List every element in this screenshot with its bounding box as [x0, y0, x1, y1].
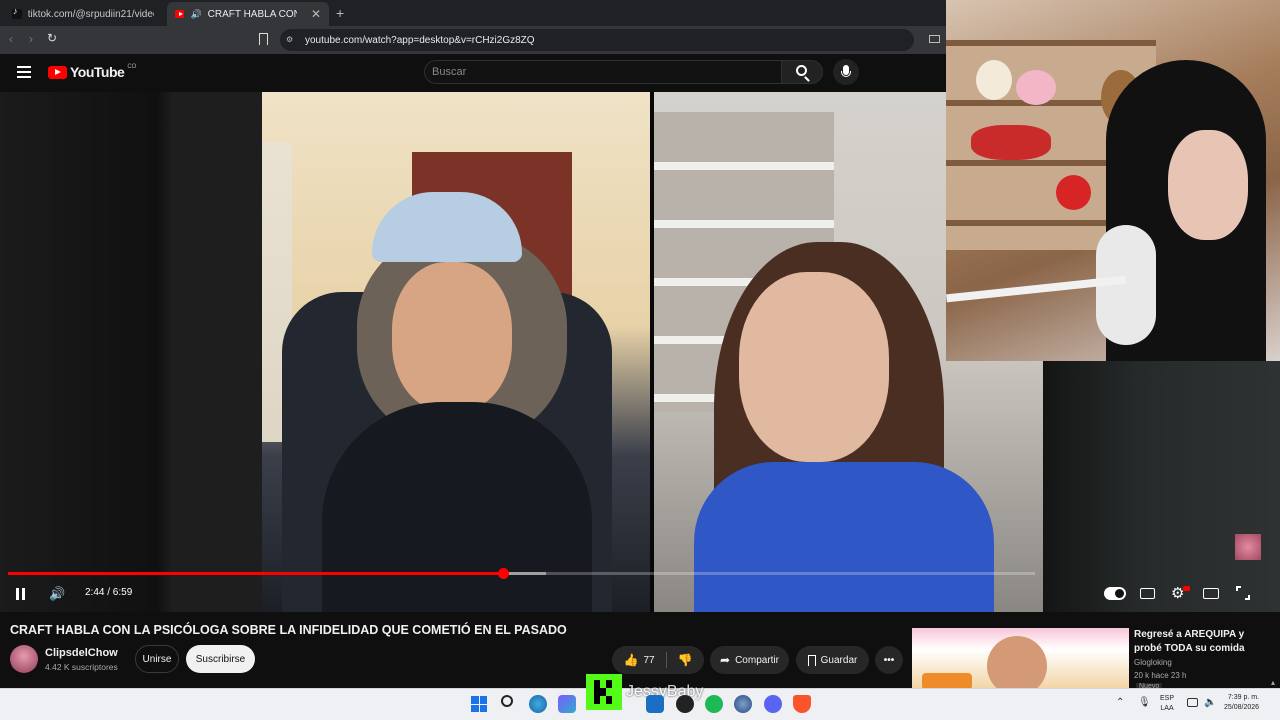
fullscreen-icon[interactable] — [1236, 586, 1250, 600]
language-code: ESP — [1160, 695, 1175, 702]
save-button[interactable]: Guardar — [796, 646, 869, 674]
share-button[interactable]: ➦ Compartir — [710, 646, 789, 674]
youtube-favicon-icon — [175, 10, 185, 18]
plush — [1016, 70, 1056, 105]
subscribe-label: Suscribirse — [195, 653, 246, 665]
subtitles-icon[interactable] — [1140, 588, 1155, 599]
join-label: Unirse — [142, 653, 172, 665]
avatar-watermark — [1235, 534, 1261, 560]
hoodie — [694, 462, 994, 612]
search-input[interactable]: Buscar — [424, 60, 782, 84]
webcam-overlay — [946, 0, 1280, 361]
plush — [1056, 175, 1091, 210]
youtube-logo-icon — [48, 65, 67, 79]
spotify-icon[interactable] — [705, 695, 723, 713]
menu-icon[interactable] — [17, 66, 31, 78]
edge-icon[interactable] — [529, 695, 547, 713]
subscribe-button[interactable]: Suscribirse — [186, 645, 255, 673]
video-panel-left — [262, 92, 650, 612]
suggested-channel[interactable]: Glogloking — [1134, 658, 1172, 667]
share-label: Compartir — [735, 654, 779, 666]
plush — [971, 125, 1051, 160]
search-button[interactable] — [781, 60, 823, 84]
keyboard-layout: LAA — [1160, 705, 1174, 712]
reload-icon[interactable]: ↻ — [47, 31, 57, 45]
share-icon: ➦ — [720, 653, 731, 667]
volume-icon[interactable]: 🔈 — [1204, 697, 1216, 708]
background-app-window — [1043, 361, 1280, 612]
app-icon[interactable] — [558, 695, 576, 713]
like-dislike-group: 👍 77 👎 — [612, 646, 704, 674]
url-text: youtube.com/watch?app=desktop&v=rCHzi2Gz… — [305, 34, 535, 46]
face — [392, 262, 512, 412]
shirt — [322, 402, 592, 612]
progress-played — [8, 572, 503, 575]
discord-icon[interactable] — [764, 695, 782, 713]
cast-icon[interactable] — [929, 35, 940, 43]
bookmark-icon[interactable] — [259, 33, 268, 45]
video-blur-left — [0, 92, 262, 612]
search-placeholder: Buscar — [432, 66, 467, 78]
system-clock[interactable]: 7:39 p. m. 25/08/2026 — [1224, 693, 1259, 713]
settings-icon[interactable] — [734, 695, 752, 713]
theater-mode-icon[interactable] — [1203, 588, 1219, 599]
channel-name[interactable]: ClipsdelChow — [45, 647, 118, 659]
face — [1168, 130, 1248, 240]
save-label: Guardar — [820, 654, 858, 666]
tab-label: tiktok.com/@srpudiin21/video/7677 — [27, 8, 154, 20]
more-icon: ••• — [883, 654, 895, 666]
bookmark-icon — [807, 654, 816, 666]
forward-icon[interactable]: › — [29, 32, 33, 46]
subscriber-count: 4.42 K suscriptores — [45, 662, 118, 672]
network-icon[interactable] — [1187, 698, 1198, 707]
more-actions-button[interactable]: ••• — [875, 646, 903, 674]
suggested-meta: 20 k hace 23 h — [1134, 671, 1187, 680]
plush — [976, 60, 1012, 100]
windows-start-icon[interactable] — [471, 696, 487, 712]
tab-tiktok[interactable]: tiktok.com/@srpudiin21/video/7677 — [4, 2, 162, 26]
tab-youtube[interactable]: 🔊 CRAFT HABLA CON LA PSICÓ ✕ — [167, 2, 329, 26]
like-count: 77 — [643, 654, 655, 666]
chevron-up-icon[interactable]: ⌃ — [1116, 697, 1124, 708]
youtube-logo[interactable]: YouTube CO — [48, 64, 136, 80]
microphone-icon[interactable]: 🎙 — [1138, 697, 1151, 708]
channel-avatar[interactable] — [10, 645, 38, 673]
face — [739, 272, 889, 462]
back-icon[interactable]: ‹ — [9, 32, 13, 46]
thumbnail-face — [987, 636, 1047, 690]
thumbs-down-icon[interactable]: 👎 — [678, 653, 693, 667]
video-title: CRAFT HABLA CON LA PSICÓLOGA SOBRE LA IN… — [10, 623, 567, 637]
suggested-video-thumbnail[interactable] — [912, 628, 1129, 690]
hd-badge — [1183, 586, 1190, 591]
store-icon[interactable] — [646, 695, 664, 713]
volume-icon[interactable]: 🔊 — [49, 586, 65, 602]
tiktok-icon — [12, 6, 22, 19]
scrubber-handle[interactable] — [498, 568, 509, 579]
tab-label: CRAFT HABLA CON LA PSICÓ — [207, 8, 297, 20]
youtube-logo-text: YouTube — [70, 64, 125, 80]
close-tab-icon[interactable]: ✕ — [311, 7, 321, 21]
new-tab-button[interactable]: + — [336, 5, 344, 21]
join-button[interactable]: Unirse — [135, 645, 179, 673]
obs-icon[interactable] — [676, 695, 694, 713]
video-player[interactable] — [0, 92, 1043, 612]
autoplay-toggle[interactable] — [1104, 587, 1126, 600]
site-settings-icon[interactable]: ⚙ — [286, 35, 293, 44]
speaker-icon: 🔊 — [190, 8, 202, 19]
thumbs-up-icon[interactable]: 👍 — [623, 653, 638, 667]
address-bar[interactable]: youtube.com/watch?app=desktop&v=rCHzi2Gz… — [280, 29, 914, 51]
clock-time: 7:39 p. m. — [1227, 694, 1260, 701]
scroll-up-icon[interactable]: ▴ — [1271, 678, 1275, 687]
suggested-video-title[interactable]: Regresé a AREQUIPA y probé TODA su comid… — [1134, 628, 1270, 656]
clock-date: 25/08/2026 — [1224, 704, 1260, 711]
language-indicator[interactable]: ESP LAA — [1160, 694, 1174, 714]
brave-icon[interactable] — [793, 695, 811, 713]
kick-logo-icon — [586, 674, 622, 710]
pause-icon[interactable] — [15, 588, 27, 600]
search-icon[interactable] — [501, 695, 513, 707]
country-code: CO — [127, 64, 137, 70]
time-display: 2:44 / 6:59 — [85, 587, 133, 598]
voice-search-button[interactable] — [833, 59, 859, 85]
search-icon — [796, 65, 807, 76]
